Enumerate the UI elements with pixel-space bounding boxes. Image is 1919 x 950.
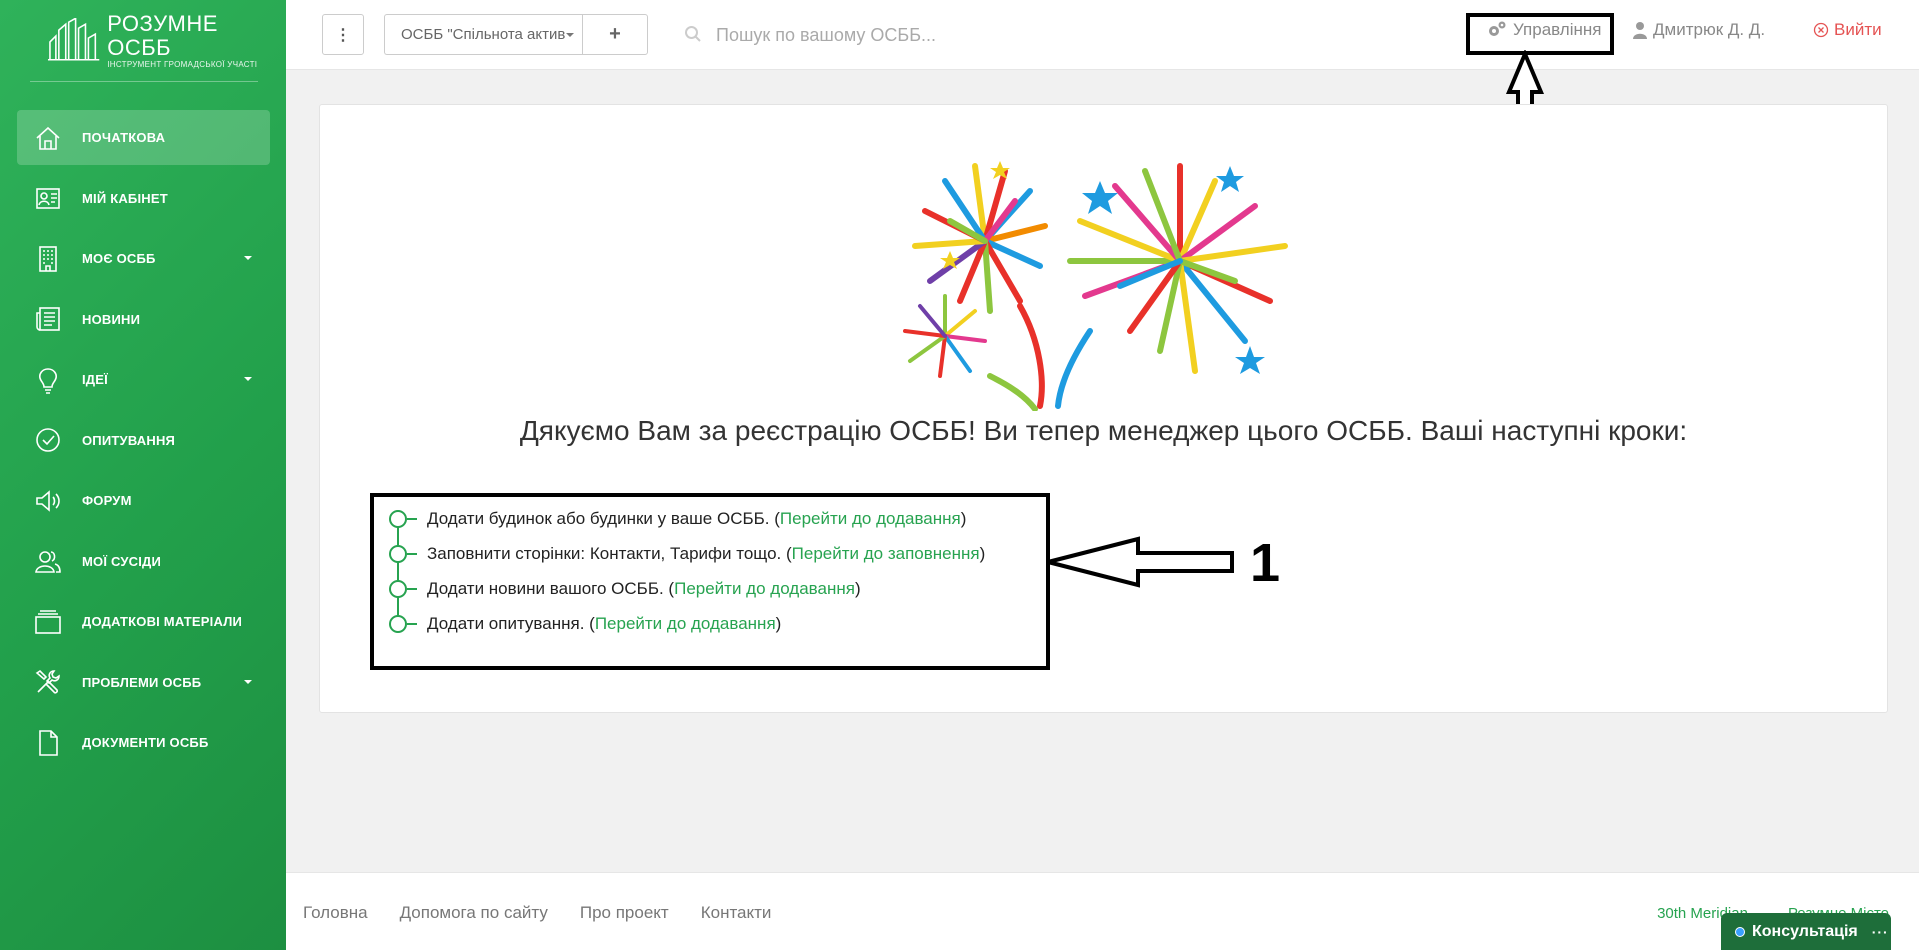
status-dot-icon xyxy=(1735,926,1745,937)
folder-icon xyxy=(33,607,63,637)
annotation-arrow-left xyxy=(1047,536,1234,588)
step-link[interactable]: Перейти до додавання xyxy=(595,614,776,634)
footer-link-home[interactable]: Головна xyxy=(303,903,368,923)
top-bar: ⋮ ОСББ "Спільнота активних + Управління … xyxy=(286,0,1919,70)
chevron-down-icon xyxy=(566,32,574,37)
sidebar-item-cabinet[interactable]: МІЙ КАБІНЕТ xyxy=(17,171,270,226)
sidebar-item-materials[interactable]: ДОДАТКОВІ МАТЕРІАЛИ xyxy=(17,594,270,649)
document-icon xyxy=(33,728,63,758)
osbb-select[interactable]: ОСББ "Спільнота активних xyxy=(384,14,582,55)
footer: Головна Допомога по сайту Про проект Кон… xyxy=(286,872,1919,950)
logout-link[interactable]: Вийти xyxy=(1813,20,1882,40)
search-icon xyxy=(685,26,701,42)
sidebar-item-label: ДОДАТКОВІ МАТЕРІАЛИ xyxy=(82,614,243,629)
step-link[interactable]: Перейти до заповнення xyxy=(792,544,980,564)
sidebar-item-news[interactable]: НОВИНИ xyxy=(17,292,270,347)
plus-icon: + xyxy=(609,23,621,45)
sidebar-divider xyxy=(30,81,258,82)
chevron-down-icon xyxy=(244,256,252,260)
step-circle-icon xyxy=(389,509,421,529)
next-steps-list: Додати будинок або будинки у ваше ОСББ. … xyxy=(389,501,985,641)
users-icon xyxy=(33,546,63,576)
annotation-box-2 xyxy=(1466,13,1614,55)
step-end: ) xyxy=(979,543,986,563)
footer-links: Головна Допомога по сайту Про проект Кон… xyxy=(303,903,803,923)
list-item: Додати будинок або будинки у ваше ОСББ. … xyxy=(389,501,985,536)
step-text: Додати новини вашого ОСББ. ( xyxy=(427,578,675,598)
tools-icon xyxy=(33,667,63,697)
sidebar-item-label: ФОРУМ xyxy=(82,493,132,508)
logout-label: Вийти xyxy=(1834,20,1882,39)
chevron-down-icon xyxy=(244,377,252,381)
consultation-chat-button[interactable]: Консультація ··· xyxy=(1721,913,1891,950)
thanks-message: Дякуємо Вам за реєстрацію ОСББ! Ви тепер… xyxy=(519,415,1688,446)
consultation-label: Консультація xyxy=(1752,922,1858,940)
annotation-label-1: 1 xyxy=(1250,533,1281,593)
sidebar-item-label: ДОКУМЕНТИ ОСББ xyxy=(82,735,209,750)
footer-link-contacts[interactable]: Контакти xyxy=(701,903,772,923)
step-end: ) xyxy=(854,578,861,598)
footer-link-help[interactable]: Допомога по сайту xyxy=(400,903,548,923)
menu-button[interactable]: ⋮ xyxy=(322,14,364,55)
step-text: Додати будинок або будинки у ваше ОСББ. … xyxy=(427,508,780,528)
add-osbb-button[interactable]: + xyxy=(582,14,648,55)
logo-icon xyxy=(47,18,100,61)
brand-subtitle: ІНСТРУМЕНТ ГРОМАДСЬКОЇ УЧАСТІ xyxy=(107,59,258,69)
sidebar-item-my-osbb[interactable]: МОЄ ОСББ xyxy=(17,231,270,286)
sidebar-item-label: ОПИТУВАННЯ xyxy=(82,432,176,448)
user-menu[interactable]: Дмитрюк Д. Д. xyxy=(1633,20,1765,40)
sidebar-item-neighbours[interactable]: МОЇ СУСІДИ xyxy=(17,534,270,589)
step-circle-icon xyxy=(389,614,421,634)
home-icon xyxy=(33,123,63,153)
sidebar-item-label: МОЇ СУСІДИ xyxy=(82,553,162,569)
id-card-icon xyxy=(33,183,63,213)
sidebar-item-label: ІДЕЇ xyxy=(82,372,108,387)
fireworks-image xyxy=(903,161,1288,411)
user-name: Дмитрюк Д. Д. xyxy=(1653,20,1766,39)
sidebar-item-label: МІЙ КАБІНЕТ xyxy=(82,190,168,206)
welcome-card: Дякуємо Вам за реєстрацію ОСББ! Ви тепер… xyxy=(319,104,1888,713)
chevron-down-icon xyxy=(244,679,252,684)
sidebar-item-forum[interactable]: ФОРУМ xyxy=(17,473,270,528)
sidebar-item-label: ПРОБЛЕМИ ОСББ xyxy=(82,674,202,690)
sidebar-item-label: НОВИНИ xyxy=(82,311,141,327)
list-item: Заповнити сторінки: Контакти, Тарифи тощ… xyxy=(389,536,985,571)
sidebar-item-documents[interactable]: ДОКУМЕНТИ ОСББ xyxy=(17,715,270,770)
newspaper-icon xyxy=(33,304,63,334)
logo[interactable]: РОЗУМНЕ ОСББ ІНСТРУМЕНТ ГРОМАДСЬКОЇ УЧАС… xyxy=(46,11,286,69)
lightbulb-icon xyxy=(33,365,63,395)
sidebar: РОЗУМНЕ ОСББ ІНСТРУМЕНТ ГРОМАДСЬКОЇ УЧАС… xyxy=(0,0,286,950)
search-input[interactable] xyxy=(716,20,1216,50)
step-text: Додати опитування. ( xyxy=(427,613,595,633)
step-link[interactable]: Перейти до додавання xyxy=(780,509,961,529)
more-icon: ··· xyxy=(1871,923,1889,940)
sidebar-item-label: МОЄ ОСББ xyxy=(82,251,156,266)
megaphone-icon xyxy=(33,486,63,516)
list-item: Додати новини вашого ОСББ. (Перейти до д… xyxy=(389,571,985,606)
kebab-icon: ⋮ xyxy=(335,26,351,44)
sidebar-item-label: ПОЧАТКОВА xyxy=(82,130,166,145)
step-circle-icon xyxy=(389,579,421,599)
footer-link-about[interactable]: Про проект xyxy=(580,903,669,923)
user-icon xyxy=(1633,22,1647,39)
building-icon xyxy=(33,244,63,274)
step-circle-icon xyxy=(389,544,421,564)
close-circle-icon xyxy=(1813,22,1829,38)
list-item: Додати опитування. (Перейти до додавання… xyxy=(389,606,985,641)
step-link[interactable]: Перейти до додавання xyxy=(674,579,855,599)
sidebar-item-polls[interactable]: ОПИТУВАННЯ xyxy=(17,413,270,468)
osbb-select-value: ОСББ "Спільнота активних xyxy=(401,26,566,43)
check-circle-icon xyxy=(33,425,63,455)
sidebar-item-home[interactable]: ПОЧАТКОВА xyxy=(17,110,270,165)
brand-title: РОЗУМНЕ ОСББ xyxy=(107,10,218,60)
sidebar-item-problems[interactable]: ПРОБЛЕМИ ОСББ xyxy=(17,655,270,710)
sidebar-nav: ПОЧАТКОВА МІЙ КАБІНЕТ МОЄ ОСББ НОВИНИ ІД… xyxy=(17,110,270,776)
step-end: ) xyxy=(960,508,967,528)
step-end: ) xyxy=(775,613,782,633)
sidebar-item-ideas[interactable]: ІДЕЇ xyxy=(17,352,270,407)
step-text: Заповнити сторінки: Контакти, Тарифи тощ… xyxy=(427,543,792,563)
